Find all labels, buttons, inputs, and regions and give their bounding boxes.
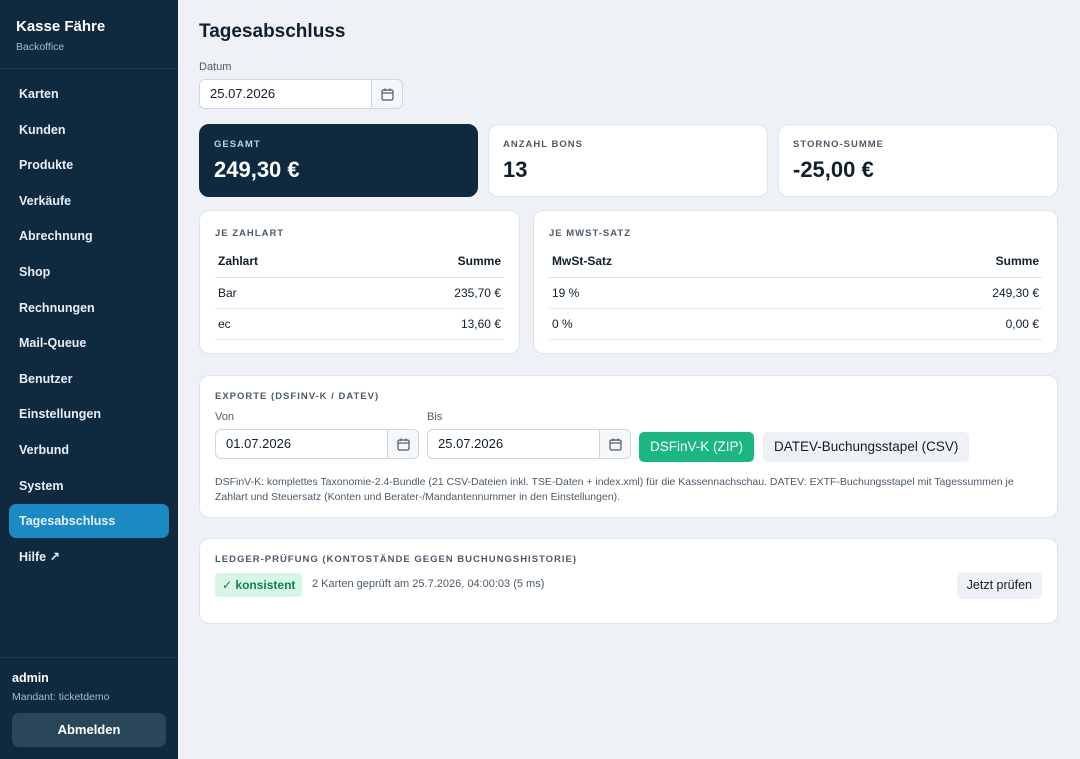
datev-export-button[interactable]: DATEV-Buchungsstapel (CSV) — [763, 432, 970, 462]
sidebar-nav: Karten Kunden Produkte Verkäufe Abrechnu… — [0, 69, 178, 574]
from-date-input[interactable]: 01.07.2026 — [215, 429, 388, 459]
total-value: 249,30 € — [214, 157, 300, 182]
brand-subtitle: Backoffice — [16, 41, 65, 53]
brand-title: Kasse Fähre — [16, 18, 106, 35]
sidebar-item-produkte[interactable]: Produkte — [9, 148, 169, 182]
check-now-button[interactable]: Jetzt prüfen — [956, 572, 1042, 599]
table-row: ec 13,60 € — [215, 308, 504, 340]
date-picker: 25.07.2026 — [199, 79, 403, 109]
vat-table: MwSt-Satz Summe 19 % 249,30 € 0 % 0,00 € — [549, 245, 1042, 340]
sidebar-item-shop[interactable]: Shop — [9, 255, 169, 289]
sidebar-item-verbund[interactable]: Verbund — [9, 433, 169, 467]
export-description: DSFinV-K: komplettes Taxonomie-2.4-Bundl… — [215, 476, 1014, 503]
sidebar-item-karten[interactable]: Karten — [9, 77, 169, 111]
column-header-summe: Summe — [823, 245, 1042, 278]
page-title: Tagesabschluss — [199, 21, 346, 42]
logout-button[interactable]: Abmelden — [12, 713, 166, 747]
sidebar-item-hilfe[interactable]: Hilfe ↗ — [9, 540, 169, 574]
sidebar-item-rechnungen[interactable]: Rechnungen — [9, 291, 169, 325]
sidebar-item-mail-queue[interactable]: Mail-Queue — [9, 326, 169, 360]
column-header-zahlart: Zahlart — [215, 245, 350, 278]
dsfinv-export-button[interactable]: DSFinV-K (ZIP) — [639, 432, 755, 462]
main-content: Tagesabschluss Datum 25.07.2026 GESAMT 2… — [178, 0, 1080, 759]
bons-value: 13 — [503, 157, 528, 182]
user-mandant: Mandant: ticketdemo — [12, 691, 110, 703]
status-badge: ✓ konsistent — [215, 573, 303, 597]
ledger-title: LEDGER-PRÜFUNG (KONTOSTÄNDE GEGEN BUCHUN… — [215, 554, 578, 565]
storno-value: -25,00 € — [793, 157, 874, 182]
to-date-input[interactable]: 25.07.2026 — [427, 429, 600, 459]
date-label: Datum — [199, 61, 232, 73]
ledger-card: LEDGER-PRÜFUNG (KONTOSTÄNDE GEGEN BUCHUN… — [199, 538, 1058, 624]
table-row: Bar 235,70 € — [215, 277, 504, 309]
calendar-icon[interactable] — [600, 429, 631, 459]
calendar-icon[interactable] — [372, 79, 403, 109]
vat-title: JE MWST-SATZ — [549, 228, 632, 239]
sidebar-item-system[interactable]: System — [9, 469, 169, 503]
total-label: GESAMT — [214, 139, 261, 150]
vat-rate: 0 % — [549, 308, 824, 340]
payment-table: Zahlart Summe Bar 235,70 € ec 13,60 € — [215, 245, 504, 340]
vat-card: JE MWST-SATZ MwSt-Satz Summe 19 % 249,30… — [533, 210, 1058, 354]
payment-name: ec — [215, 308, 350, 340]
vat-sum: 0,00 € — [823, 308, 1042, 340]
storno-card: STORNO-SUMME -25,00 € — [778, 124, 1058, 197]
payment-sum: 13,60 € — [349, 308, 504, 340]
exports-card: EXPORTE (DSFINV-K / DATEV) Von 01.07.202… — [199, 375, 1058, 518]
vat-sum: 249,30 € — [823, 277, 1042, 309]
sidebar-item-abrechnung[interactable]: Abrechnung — [9, 219, 169, 253]
column-header-summe: Summe — [349, 245, 504, 278]
ledger-info: 2 Karten geprüft am 25.7.2026, 04:00:03 … — [312, 578, 545, 590]
user-panel: admin Mandant: ticketdemo Abmelden — [0, 657, 178, 759]
table-header: MwSt-Satz Summe — [549, 245, 1042, 278]
brand: Kasse Fähre Backoffice — [0, 0, 178, 69]
from-date-picker: 01.07.2026 — [215, 429, 419, 459]
total-card: GESAMT 249,30 € — [199, 124, 478, 197]
payment-title: JE ZAHLART — [215, 228, 285, 239]
exports-title: EXPORTE (DSFINV-K / DATEV) — [215, 391, 380, 402]
sidebar-item-einstellungen[interactable]: Einstellungen — [9, 397, 169, 431]
vat-rate: 19 % — [549, 277, 824, 309]
from-label: Von — [215, 411, 234, 423]
date-input[interactable]: 25.07.2026 — [199, 79, 372, 109]
table-row: 0 % 0,00 € — [549, 308, 1042, 340]
bons-card: ANZAHL BONS 13 — [488, 124, 768, 197]
to-date-picker: 25.07.2026 — [427, 429, 631, 459]
sidebar-item-tagesabschluss[interactable]: Tagesabschluss — [9, 504, 169, 539]
table-row: 19 % 249,30 € — [549, 277, 1042, 309]
bons-label: ANZAHL BONS — [503, 139, 583, 150]
sidebar-item-verkaeufe[interactable]: Verkäufe — [9, 184, 169, 218]
column-header-mwst: MwSt-Satz — [549, 245, 824, 278]
to-label: Bis — [427, 411, 443, 423]
payment-card: JE ZAHLART Zahlart Summe Bar 235,70 € ec… — [199, 210, 520, 354]
user-name: admin — [12, 671, 49, 685]
table-header: Zahlart Summe — [215, 245, 504, 278]
storno-label: STORNO-SUMME — [793, 139, 884, 150]
calendar-icon[interactable] — [388, 429, 419, 459]
sidebar-item-benutzer[interactable]: Benutzer — [9, 362, 169, 396]
payment-sum: 235,70 € — [349, 277, 504, 309]
sidebar: Kasse Fähre Backoffice Karten Kunden Pro… — [0, 0, 178, 759]
sidebar-item-kunden[interactable]: Kunden — [9, 113, 169, 147]
payment-name: Bar — [215, 277, 350, 309]
